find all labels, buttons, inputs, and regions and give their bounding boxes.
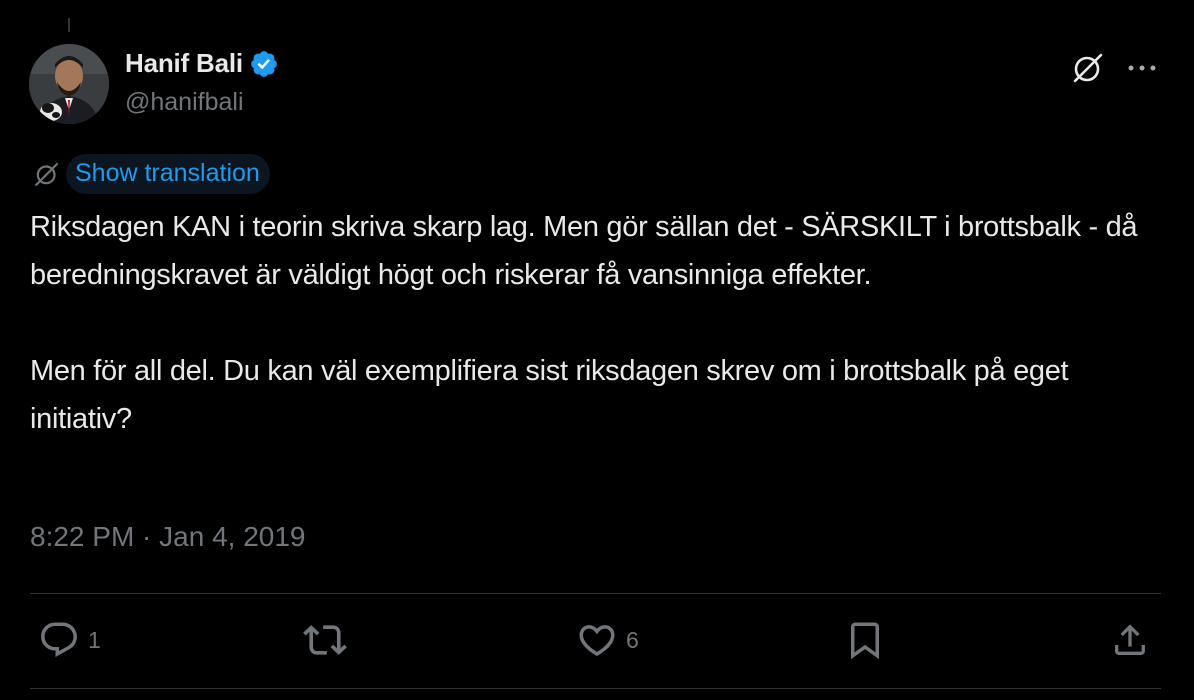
- retweet-icon: [303, 618, 347, 662]
- author-name-row[interactable]: Hanif Bali: [125, 48, 279, 79]
- translate-icon: [30, 157, 64, 191]
- verified-badge-icon[interactable]: [249, 49, 279, 79]
- like-count: 6: [626, 626, 639, 653]
- author-handle[interactable]: @hanifbali: [125, 88, 244, 117]
- bookmark-button[interactable]: [844, 618, 886, 662]
- translation-row: Show translation: [30, 154, 270, 194]
- tweet-timestamp[interactable]: 8:22 PM · Jan 4, 2019: [30, 521, 306, 553]
- more-dots-icon[interactable]: [1122, 48, 1162, 88]
- retweet-button[interactable]: [303, 618, 347, 662]
- author-display-name[interactable]: Hanif Bali: [125, 48, 243, 79]
- share-button[interactable]: [1110, 618, 1150, 662]
- avatar-image: [29, 44, 109, 124]
- tweet-paragraph: Riksdagen KAN i teorin skriva skarp lag.…: [30, 211, 1138, 291]
- divider: [30, 688, 1161, 689]
- tweet-paragraph: Men för all del. Du kan väl exemplifiera…: [30, 355, 1069, 435]
- avatar[interactable]: [29, 44, 109, 124]
- tweet-text: Riksdagen KAN i teorin skriva skarp lag.…: [30, 203, 1170, 443]
- bookmark-icon: [844, 619, 886, 661]
- reply-icon: [38, 619, 80, 661]
- like-button[interactable]: 6: [576, 618, 639, 662]
- reply-button[interactable]: 1: [38, 618, 101, 662]
- grok-icon[interactable]: [1068, 48, 1108, 88]
- heart-icon: [576, 619, 618, 661]
- show-translation-button[interactable]: Show translation: [66, 154, 270, 194]
- share-icon: [1110, 620, 1150, 660]
- reply-count: 1: [88, 626, 101, 653]
- thread-connector-line: [68, 18, 70, 32]
- divider: [30, 593, 1161, 594]
